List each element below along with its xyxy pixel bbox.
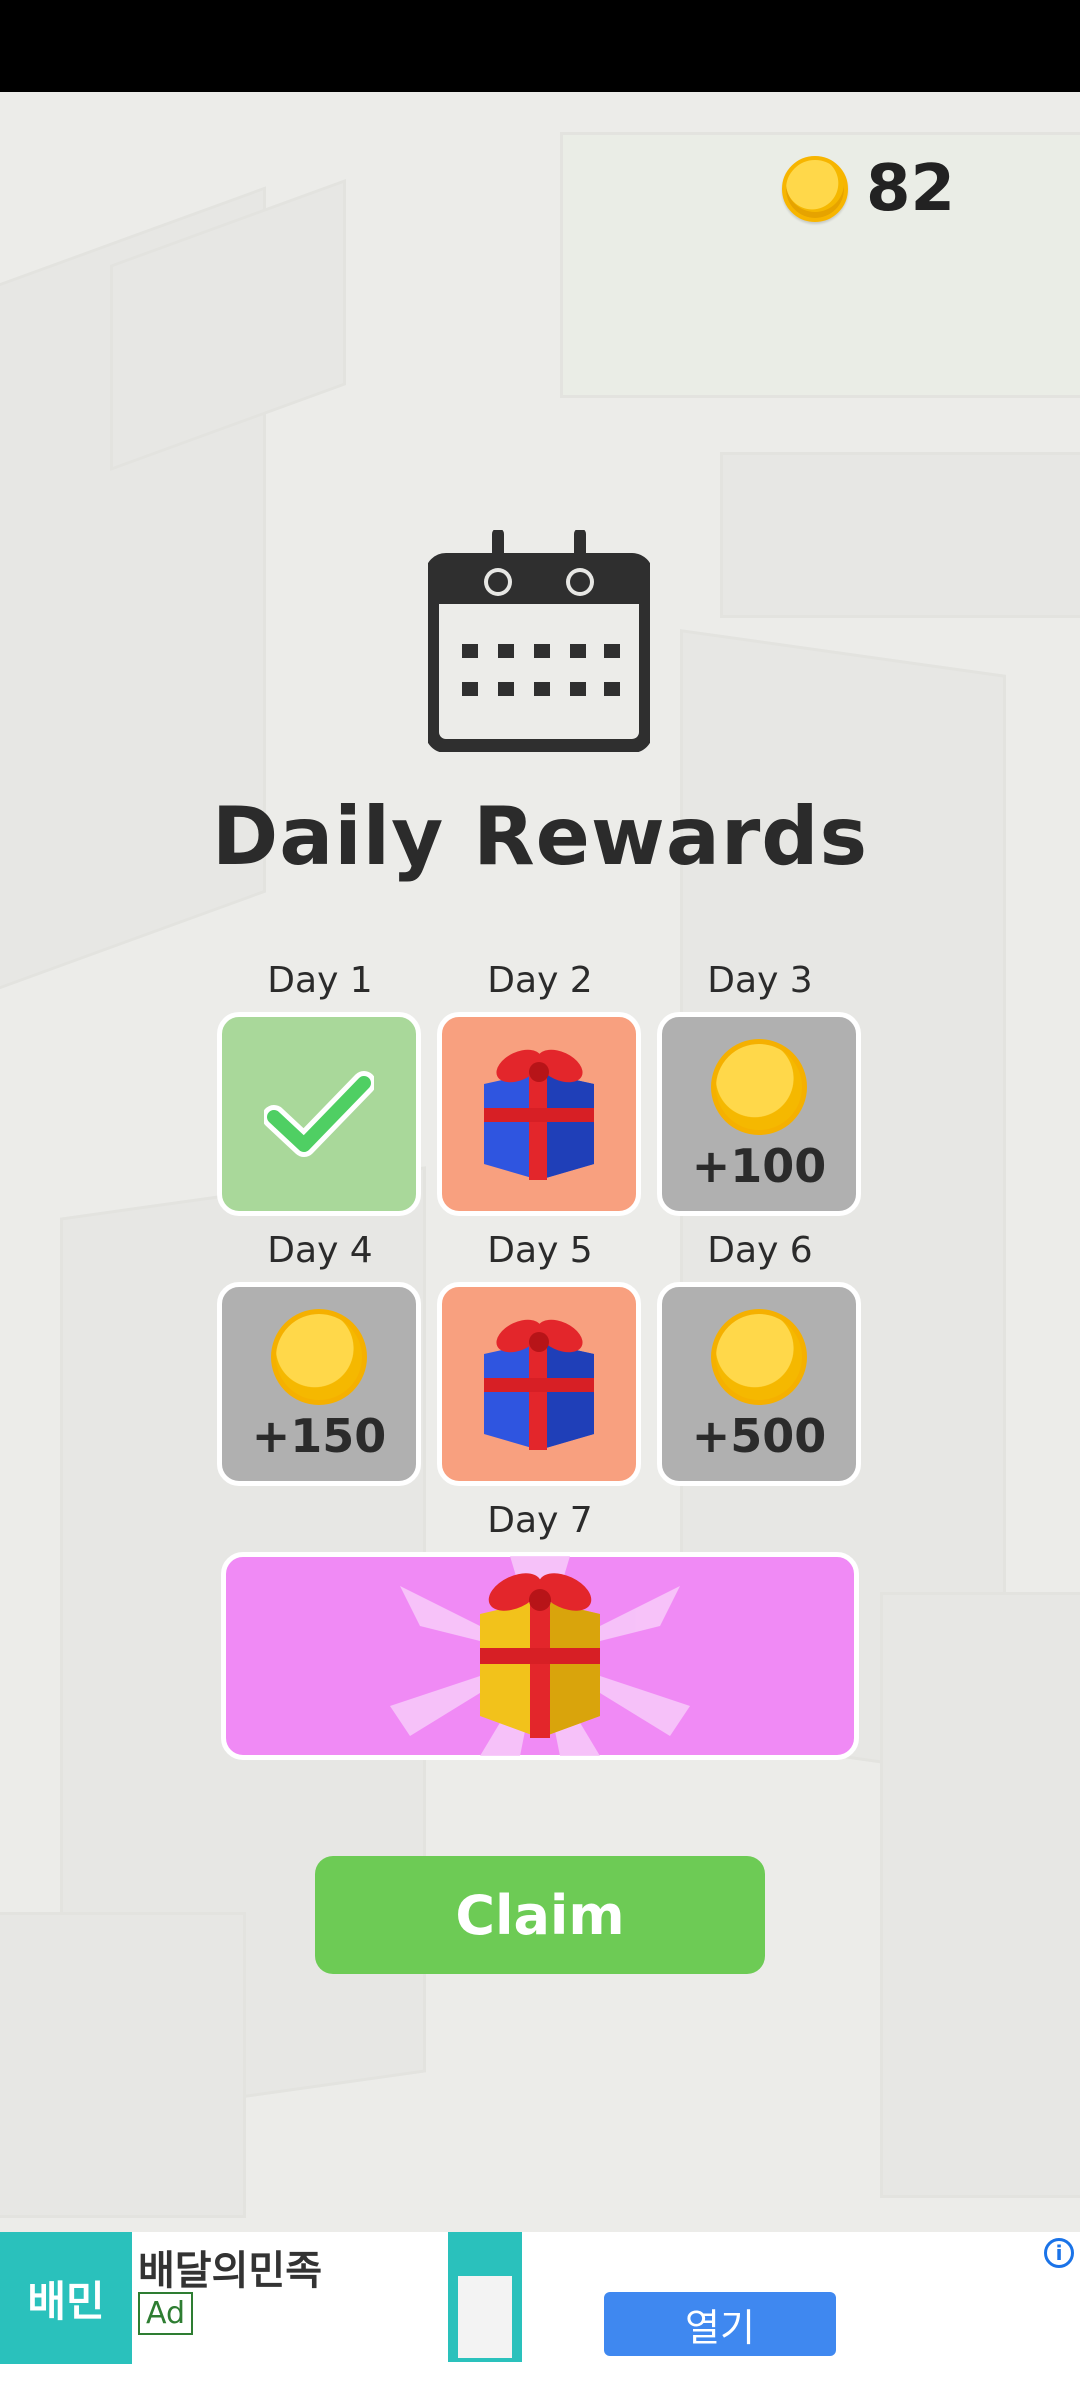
day-2-label: Day 2 [487, 960, 593, 1001]
coin-icon [711, 1039, 807, 1135]
ad-open-button[interactable]: 열기 [604, 2292, 836, 2356]
claim-button[interactable]: Claim [315, 1856, 765, 1974]
day-3-amount: +100 [691, 1139, 827, 1193]
page-title: Daily Rewards [211, 790, 869, 883]
ad-banner[interactable]: 배민 배달의민족 Ad 열기 i [0, 2232, 1080, 2400]
day-6-tile: +500 [657, 1282, 861, 1486]
day-4-tile: +150 [217, 1282, 421, 1486]
coin-icon [711, 1309, 807, 1405]
day-4-label: Day 4 [267, 1230, 373, 1271]
coin-icon [271, 1309, 367, 1405]
coin-icon [781, 156, 848, 222]
ad-logo[interactable]: 배민 [0, 2232, 132, 2364]
gift-icon [484, 1319, 594, 1450]
day-2-tile [437, 1012, 641, 1216]
day-4-amount: +150 [251, 1409, 387, 1463]
day-5-label: Day 5 [487, 1230, 593, 1271]
day-3-tile: +100 [657, 1012, 861, 1216]
ad-info-icon[interactable]: i [1044, 2238, 1074, 2268]
gift-icon [484, 1049, 594, 1180]
day-7-tile [221, 1552, 859, 1760]
day-1-label: Day 1 [267, 960, 373, 1001]
day-7-label: Day 7 [487, 1500, 593, 1541]
golden-gift-icon [390, 1556, 690, 1756]
coin-counter: 82 [781, 152, 955, 226]
ad-title[interactable]: 배달의민족 [138, 2238, 322, 2296]
coin-balance: 82 [865, 152, 955, 226]
checkmark-icon [264, 1071, 374, 1157]
day-6-label: Day 6 [707, 1230, 813, 1271]
status-bar [0, 0, 1080, 92]
day-1-tile [217, 1012, 421, 1216]
ad-thumbnail[interactable] [448, 2232, 522, 2362]
calendar-icon [428, 530, 650, 752]
day-6-amount: +500 [691, 1409, 827, 1463]
day-3-label: Day 3 [707, 960, 813, 1001]
ad-badge: Ad [138, 2292, 194, 2335]
day-5-tile [437, 1282, 641, 1486]
